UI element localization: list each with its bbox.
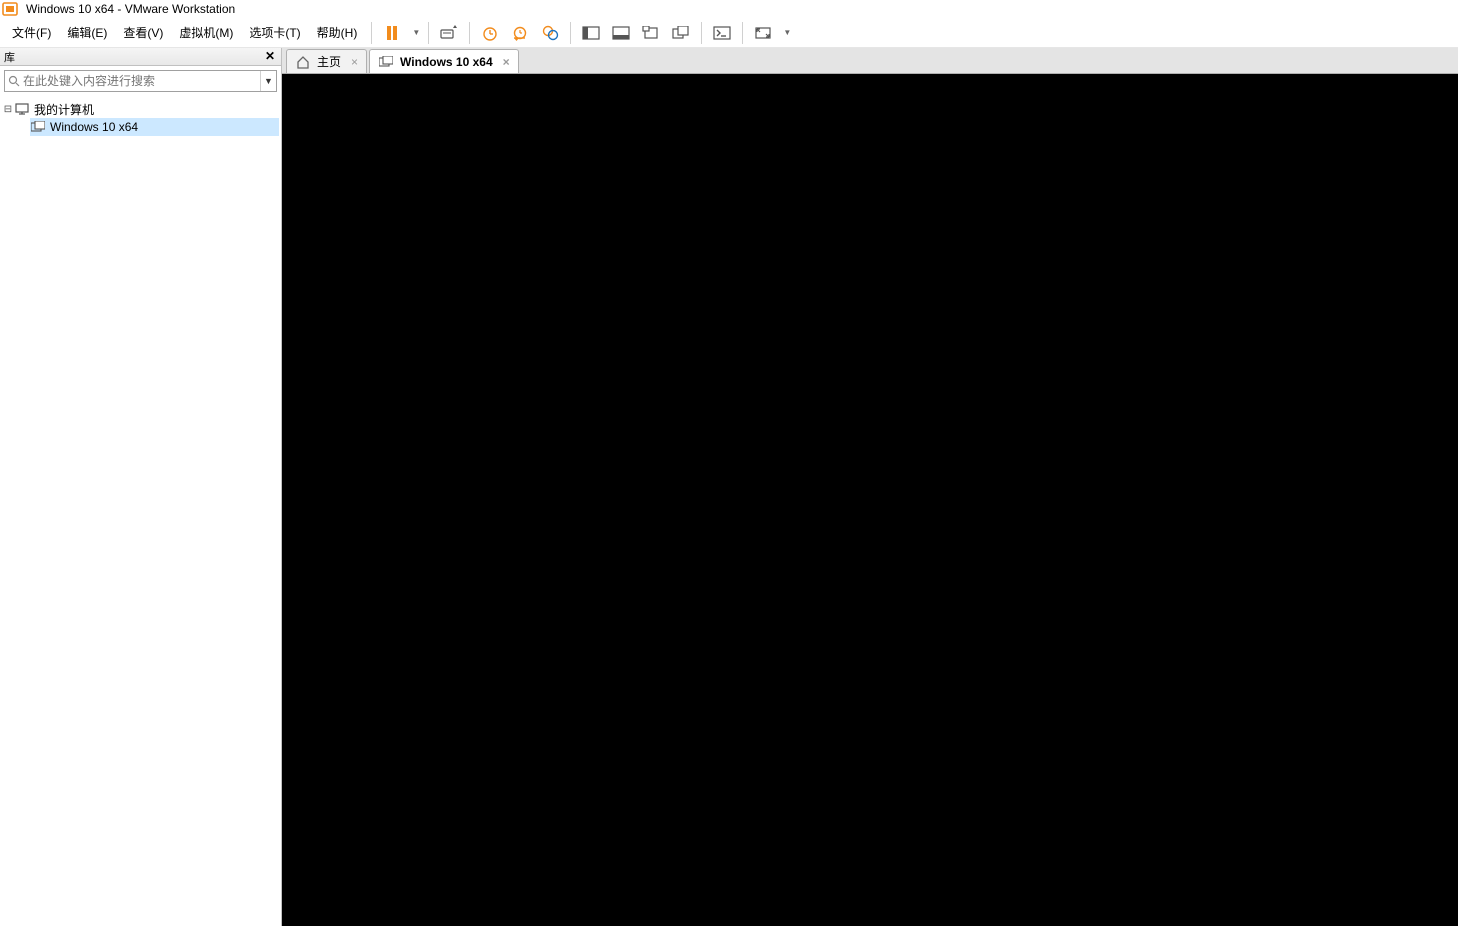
snapshot-controls [476,20,564,46]
pause-icon [385,25,399,41]
console-view-button[interactable] [708,20,736,46]
tab-vm-windows10x64[interactable]: Windows 10 x64 × [369,49,519,73]
tree-item-label: Windows 10 x64 [50,120,138,134]
tab-strip: 主页 × Windows 10 x64 × [282,48,1458,74]
clock-icon [481,25,499,41]
library-search[interactable]: ▼ [4,70,277,92]
pause-button[interactable] [378,20,406,46]
vm-icon [30,119,46,135]
toolbar-separator [371,22,372,44]
computer-icon [14,101,30,117]
menu-edit[interactable]: 编辑(E) [59,20,115,45]
library-header: 库 ✕ [0,48,281,66]
toolbar-separator [469,22,470,44]
expand-icon [754,26,772,40]
menu-bar: 文件(F) 编辑(E) 查看(V) 虚拟机(M) 选项卡(T) 帮助(H) ▼ [0,18,1458,48]
sidebar-layout-icon [582,26,600,40]
home-icon [295,54,311,70]
snapshot-manager-button[interactable] [536,20,564,46]
search-input[interactable] [23,72,260,90]
tree-root-my-computer[interactable]: ⊟ 我的计算机 [2,100,279,118]
fullscreen-single-button[interactable] [637,20,665,46]
tab-vm-label: Windows 10 x64 [400,55,493,69]
tree-collapse-toggle[interactable]: ⊟ [2,104,14,115]
app-icon [2,1,18,17]
window-title: Windows 10 x64 - VMware Workstation [26,2,235,16]
console-icon [713,26,731,40]
library-sidebar: 库 ✕ ▼ ⊟ 我的计算机 [0,48,282,926]
tab-vm-close[interactable]: × [503,55,510,69]
search-icon [5,75,23,87]
fullscreen-multi-button[interactable] [667,20,695,46]
search-dropdown[interactable]: ▼ [260,71,276,91]
library-title: 库 [4,49,15,65]
show-thumbnail-bar-button[interactable] [607,20,635,46]
tab-home[interactable]: 主页 × [286,49,367,73]
toolbar-separator [742,22,743,44]
layout-controls [577,20,695,46]
close-icon: × [503,55,510,69]
close-icon: × [351,55,358,69]
tree-item-windows10x64[interactable]: Windows 10 x64 [30,118,279,136]
menu-vm[interactable]: 虚拟机(M) [171,20,241,45]
tree-children: Windows 10 x64 [30,118,279,136]
multi-window-icon [672,26,690,40]
title-bar: Windows 10 x64 - VMware Workstation [0,0,1458,18]
single-window-icon [642,26,660,40]
snapshot-revert-button[interactable] [506,20,534,46]
library-tree: ⊟ 我的计算机 Windows 10 x64 [0,96,281,926]
tab-home-label: 主页 [317,53,341,70]
toolbar-separator [570,22,571,44]
clock-revert-icon [511,25,529,41]
library-close-button[interactable]: ✕ [263,49,277,63]
keyboard-send-icon [440,25,458,41]
vm-display-area[interactable] [282,74,1458,926]
vm-tab-icon [378,54,394,70]
snapshot-manager-icon [541,25,559,41]
toolbar-separator [428,22,429,44]
menu-view[interactable]: 查看(V) [115,20,171,45]
fullscreen-group: ▼ [749,20,793,46]
bottombar-layout-icon [612,26,630,40]
close-icon: ✕ [265,49,275,63]
power-dropdown[interactable]: ▼ [408,20,422,46]
enter-fullscreen-button[interactable] [749,20,777,46]
power-controls: ▼ [378,20,422,46]
main-area: 库 ✕ ▼ ⊟ 我的计算机 [0,48,1458,926]
toolbar-separator [701,22,702,44]
menu-help[interactable]: 帮助(H) [309,20,366,45]
menu-tabs[interactable]: 选项卡(T) [241,20,308,45]
tree-root-label: 我的计算机 [34,101,94,118]
chevron-down-icon: ▼ [412,28,420,37]
send-cad-button[interactable] [435,20,463,46]
content-area: 主页 × Windows 10 x64 × [282,48,1458,926]
chevron-down-icon: ▼ [783,28,791,37]
snapshot-take-button[interactable] [476,20,504,46]
fullscreen-dropdown[interactable]: ▼ [779,20,793,46]
show-library-button[interactable] [577,20,605,46]
tab-home-close[interactable]: × [351,55,358,69]
menu-file[interactable]: 文件(F) [4,20,59,45]
chevron-down-icon: ▼ [264,76,273,86]
